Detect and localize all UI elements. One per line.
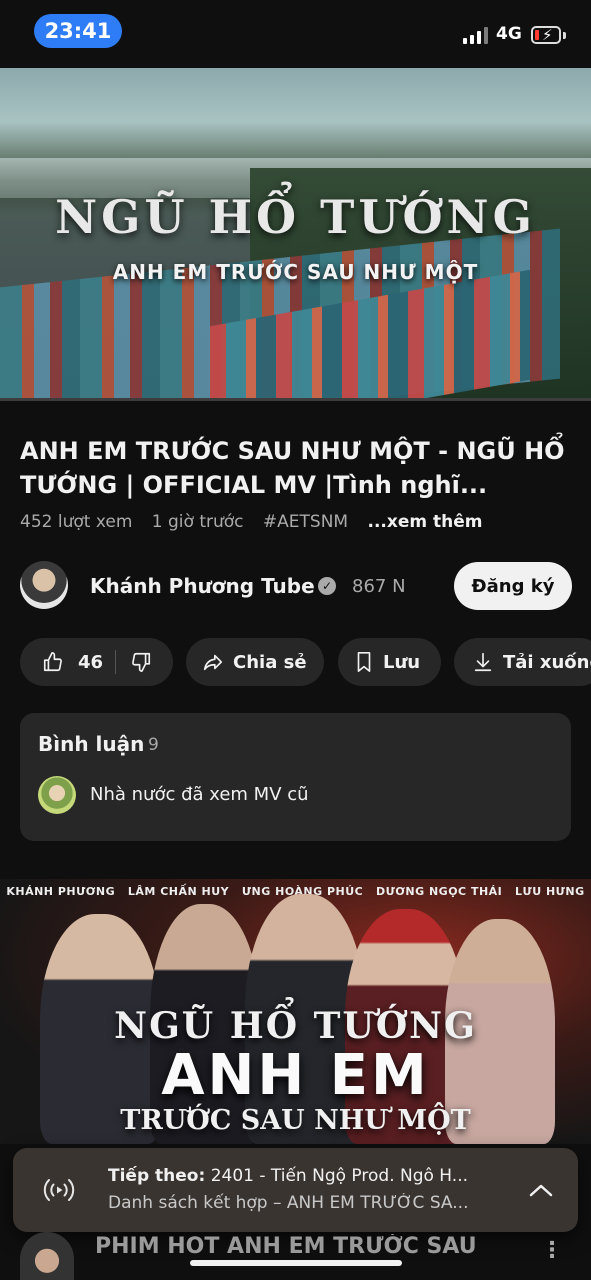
next-channel-avatar[interactable] <box>20 1232 74 1280</box>
up-next-title: Tiếp theo: 2401 - Tiến Ngộ Prod. Ngô H..… <box>108 1166 503 1186</box>
comments-card[interactable]: Bình luận 9 Nhà nước đã xem MV cũ <box>20 713 571 841</box>
battery-tip <box>563 32 566 39</box>
video-player[interactable]: NGŨ HỔ TƯỚNG ANH EM TRƯỚC SAU NHƯ MỘT <box>0 68 591 401</box>
thumbs-up-icon[interactable] <box>42 651 64 673</box>
share-label: Chia sẻ <box>233 651 307 673</box>
video-art-subtitle: ANH EM TRƯỚC SAU NHƯ MỘT <box>112 260 479 284</box>
video-meta[interactable]: 452 lượt xem 1 giờ trước #AETSNM ...xem … <box>20 512 497 532</box>
view-count: 452 lượt xem <box>20 512 133 532</box>
up-next-playlist: Danh sách kết hợp – ANH EM TRƯỚC SA... <box>108 1193 469 1213</box>
status-time: 23:41 <box>34 14 122 48</box>
video-progress-bar[interactable] <box>0 398 591 401</box>
channel-avatar[interactable] <box>20 561 68 609</box>
comments-title: Bình luận <box>38 732 145 756</box>
like-count[interactable]: 46 <box>78 652 103 673</box>
subscribe-button[interactable]: Đăng ký <box>454 562 572 610</box>
up-next-label: Tiếp theo: <box>108 1166 206 1186</box>
section-gap <box>0 855 591 879</box>
like-dislike-chip: 46 <box>20 638 173 686</box>
download-button[interactable]: Tải xuống <box>454 638 591 686</box>
cast-name: DƯƠNG NGỌC THÁI <box>375 885 503 898</box>
share-icon <box>203 654 223 671</box>
verified-check-icon: ✓ <box>318 577 336 595</box>
battery-icon: ⚡ <box>531 26 561 44</box>
hashtag-link[interactable]: #AETSNM <box>263 512 348 532</box>
bookmark-icon <box>357 652 371 672</box>
upload-age: 1 giờ trước <box>151 512 244 532</box>
save-label: Lưu <box>383 651 421 673</box>
home-indicator <box>190 1260 402 1266</box>
network-type: 4G <box>496 24 522 44</box>
download-icon <box>474 652 492 672</box>
share-button[interactable]: Chia sẻ <box>186 638 324 686</box>
poster-title-line2: ANH EM <box>161 1043 430 1108</box>
top-comment-text: Nhà nước đã xem MV cũ <box>90 784 309 805</box>
up-next-video-title: 2401 - Tiến Ngộ Prod. Ngô H... <box>210 1166 469 1186</box>
save-button[interactable]: Lưu <box>338 638 441 686</box>
download-label: Tải xuống <box>503 651 591 673</box>
expand-chevron-up-icon[interactable] <box>523 1176 559 1206</box>
poster-title-line1: NGŨ HỔ TƯỚNG <box>114 1005 477 1047</box>
commenter-avatar <box>38 776 76 814</box>
next-video-title[interactable]: PHIM HOT ANH EM TRƯỚC SAU <box>95 1234 515 1259</box>
radio-mix-icon <box>43 1179 75 1201</box>
subscriber-count: 867 N <box>352 576 406 597</box>
more-vertical-icon[interactable]: ⋮ <box>541 1238 563 1263</box>
cast-name: KHÁNH PHƯƠNG <box>6 885 116 898</box>
video-art-title: NGŨ HỔ TƯỚNG <box>55 190 536 244</box>
poster-title-line3: TRƯỚC SAU NHƯ MỘT <box>120 1105 471 1136</box>
comments-count: 9 <box>148 735 159 755</box>
cast-name: LÂM CHẤN HUY <box>127 885 230 898</box>
video-title[interactable]: ANH EM TRƯỚC SAU NHƯ MỘT - NGŨ HỔ TƯỚNG … <box>20 434 575 502</box>
like-divider <box>115 650 117 674</box>
show-more-link[interactable]: ...xem thêm <box>368 512 483 532</box>
status-bar: 23:41 4G ⚡ <box>0 0 591 68</box>
thumbs-down-icon[interactable] <box>130 651 152 673</box>
cast-name: LƯU HƯNG <box>515 885 585 898</box>
up-next-bar[interactable]: Tiếp theo: 2401 - Tiến Ngộ Prod. Ngô H..… <box>13 1148 578 1232</box>
channel-name[interactable]: Khánh Phương Tube <box>90 574 315 598</box>
signal-icon <box>463 26 488 44</box>
next-video-thumbnail[interactable]: KHÁNH PHƯƠNG LÂM CHẤN HUY ƯNG HOÀNG PHÚC… <box>0 879 591 1144</box>
